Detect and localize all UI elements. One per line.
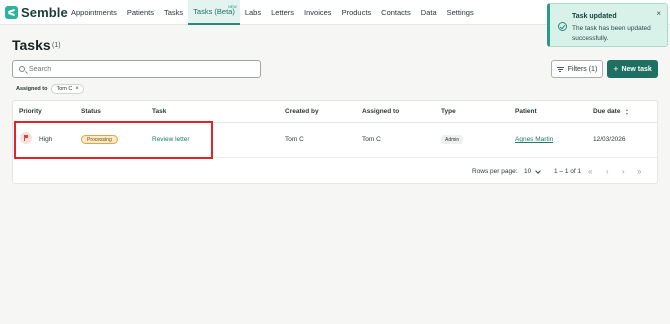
first-page-icon[interactable]: «	[588, 167, 592, 176]
column-header-patient[interactable]: Patient	[515, 108, 537, 115]
filter-chip[interactable]: Tom C ×	[51, 84, 84, 94]
main-nav: Appointments Patients Tasks Tasks (Beta)…	[66, 0, 479, 25]
filters-button-label: Filters (1)	[567, 65, 598, 73]
sort-icon[interactable]	[626, 109, 629, 115]
column-header-created-by[interactable]: Created by	[285, 108, 319, 115]
remove-filter-icon[interactable]: ×	[75, 86, 79, 92]
nav-item-tasks[interactable]: Tasks	[159, 0, 188, 25]
patient-link[interactable]: Agnes Martin	[515, 136, 553, 143]
toast-title: Task updated	[572, 13, 617, 20]
filters-button[interactable]: Filters (1)	[551, 60, 603, 78]
nav-item-products[interactable]: Products	[337, 0, 377, 25]
column-header-type[interactable]: Type	[441, 108, 456, 115]
column-header-task[interactable]: Task	[152, 108, 166, 115]
tasks-table: Priority Status Task Created by Assigned…	[12, 100, 658, 184]
semble-logo-icon	[5, 5, 18, 19]
prev-page-icon[interactable]: ‹	[606, 167, 609, 176]
chevron-down-icon	[535, 167, 542, 174]
search-icon	[19, 66, 25, 72]
app-logo[interactable]: Semble	[5, 4, 68, 20]
page-title: Tasks	[12, 37, 51, 53]
active-filters: Assigned to Tom C ×	[16, 84, 84, 94]
toast-notification: Task updated The task has been updated s…	[547, 3, 668, 47]
rows-per-page-label: Rows per page:	[472, 168, 518, 175]
check-circle-icon	[558, 22, 567, 31]
nav-item-contacts[interactable]: Contacts	[376, 0, 416, 25]
new-task-button[interactable]: + New task	[607, 60, 658, 78]
nav-item-tasks-beta[interactable]: Tasks (Beta) NEW	[188, 0, 240, 25]
rows-per-page-value: 10	[524, 168, 532, 175]
nav-item-invoices[interactable]: Invoices	[299, 0, 337, 25]
close-icon[interactable]: ×	[656, 9, 661, 18]
task-count: (1)	[52, 42, 61, 49]
nav-item-appointments[interactable]: Appointments	[66, 0, 122, 25]
column-header-priority[interactable]: Priority	[19, 108, 42, 115]
nav-item-data[interactable]: Data	[416, 0, 442, 25]
nav-item-labs[interactable]: Labs	[240, 0, 266, 25]
toast-message: The task has been updated successfully.	[572, 25, 651, 42]
type-badge: Admin	[441, 135, 464, 144]
nav-item-patients[interactable]: Patients	[122, 0, 159, 25]
nav-item-letters[interactable]: Letters	[266, 0, 299, 25]
search-input[interactable]	[29, 63, 254, 75]
next-page-icon[interactable]: ›	[622, 167, 625, 176]
new-badge: NEW	[228, 5, 237, 9]
search-box[interactable]	[12, 60, 261, 78]
app-name: Semble	[21, 4, 68, 20]
created-by-value: Tom C	[285, 136, 304, 143]
new-task-button-label: New task	[621, 65, 652, 73]
pagination-range: 1 – 1 of 1	[554, 168, 582, 175]
column-header-due-date[interactable]: Due date	[593, 108, 620, 115]
nav-item-settings[interactable]: Settings	[442, 0, 479, 25]
filter-icon	[556, 66, 564, 72]
column-header-assigned-to[interactable]: Assigned to	[362, 108, 399, 115]
filter-chip-label: Assigned to	[16, 86, 48, 92]
filter-chip-value: Tom C	[56, 86, 73, 92]
due-date-value: 12/03/2026	[593, 136, 626, 143]
last-page-icon[interactable]: »	[637, 167, 641, 176]
assigned-to-value: Tom C	[362, 136, 381, 143]
plus-icon: +	[613, 63, 619, 74]
highlight-box	[14, 121, 213, 159]
rows-per-page-select[interactable]: 10	[524, 167, 542, 175]
column-header-status[interactable]: Status	[81, 108, 101, 115]
